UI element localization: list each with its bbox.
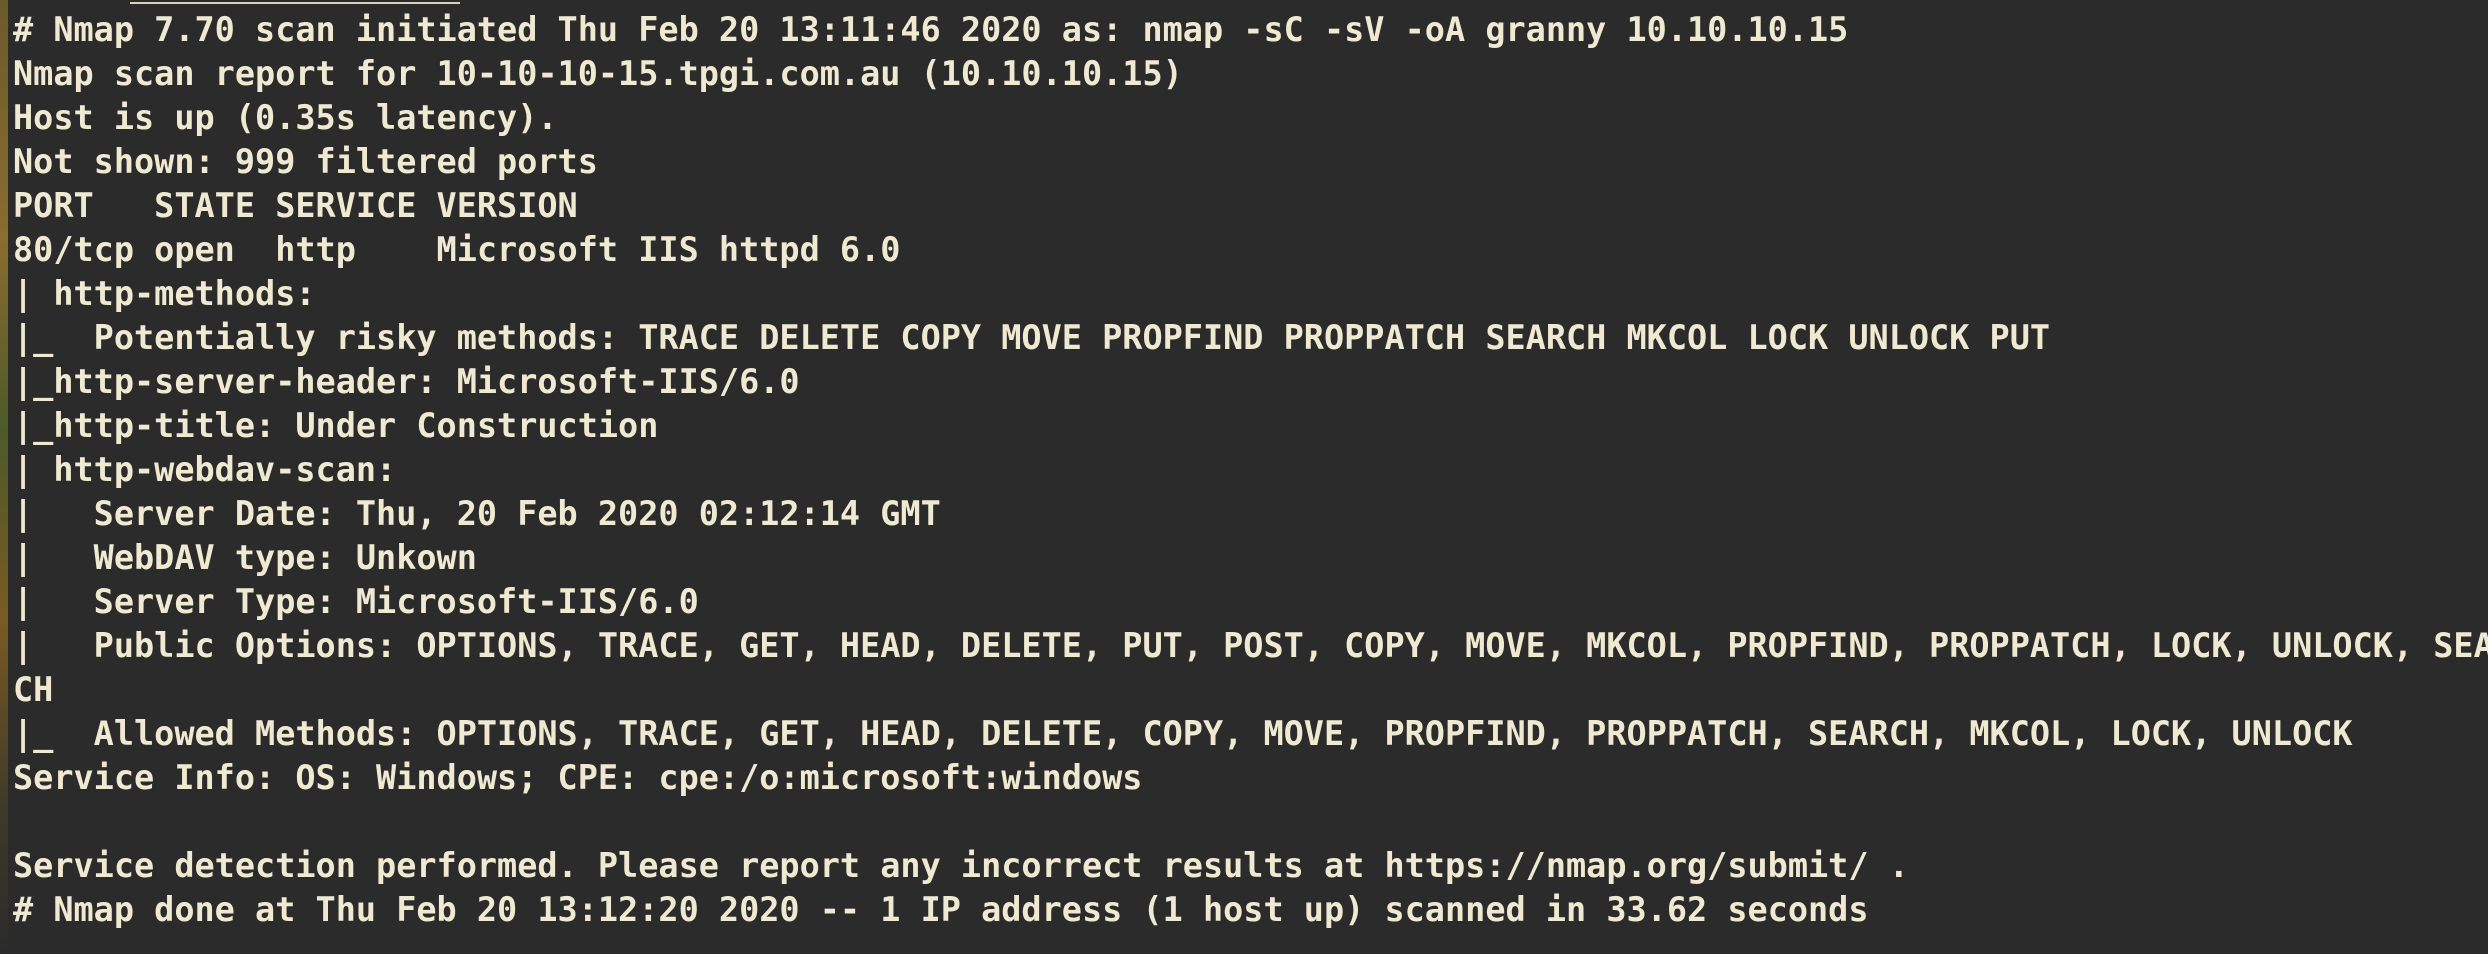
terminal-line: # Nmap done at Thu Feb 20 13:12:20 2020 … — [13, 890, 1869, 929]
terminal-line: CH — [13, 670, 54, 709]
terminal-output: # Nmap 7.70 scan initiated Thu Feb 20 13… — [13, 8, 2488, 932]
terminal-window[interactable]: # Nmap 7.70 scan initiated Thu Feb 20 13… — [0, 0, 2488, 954]
terminal-line: | Public Options: OPTIONS, TRACE, GET, H… — [13, 626, 2488, 665]
terminal-line: | WebDAV type: Unkown — [13, 538, 477, 577]
terminal-line: |_ Allowed Methods: OPTIONS, TRACE, GET,… — [13, 714, 2353, 753]
terminal-line: Host is up (0.35s latency). — [13, 98, 558, 137]
terminal-line: PORT STATE SERVICE VERSION — [13, 186, 578, 225]
previous-output-fragment — [130, 0, 460, 4]
terminal-line: Nmap scan report for 10-10-10-15.tpgi.co… — [13, 54, 1183, 93]
terminal-line: | Server Date: Thu, 20 Feb 2020 02:12:14… — [13, 494, 941, 533]
terminal-line: # Nmap 7.70 scan initiated Thu Feb 20 13… — [13, 10, 1849, 49]
terminal-line: | http-methods: — [13, 274, 316, 313]
terminal-line: | Server Type: Microsoft-IIS/6.0 — [13, 582, 699, 621]
terminal-line: | http-webdav-scan: — [13, 450, 397, 489]
terminal-line: Service detection performed. Please repo… — [13, 846, 1909, 885]
terminal-line: |_http-title: Under Construction — [13, 406, 659, 445]
desktop-background-edge — [0, 0, 8, 954]
terminal-line: |_http-server-header: Microsoft-IIS/6.0 — [13, 362, 800, 401]
terminal-line: |_ Potentially risky methods: TRACE DELE… — [13, 318, 2051, 357]
terminal-line: 80/tcp open http Microsoft IIS httpd 6.0 — [13, 230, 901, 269]
terminal-line: Not shown: 999 filtered ports — [13, 142, 598, 181]
terminal-line: Service Info: OS: Windows; CPE: cpe:/o:m… — [13, 758, 1143, 797]
